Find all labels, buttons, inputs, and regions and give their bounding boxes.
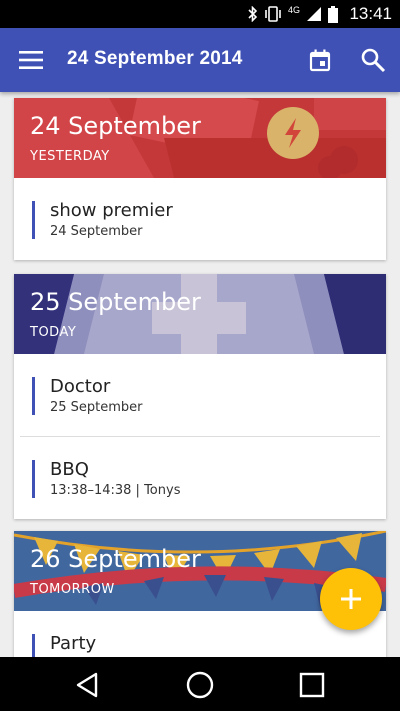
day-card-header: 25 September TODAY xyxy=(14,274,386,354)
status-bar: 4G 13:41 xyxy=(0,0,400,28)
status-icons: 4G xyxy=(248,5,338,23)
search-icon[interactable] xyxy=(359,46,387,74)
event-detail: 25 September xyxy=(50,400,143,415)
day-relative-label: TODAY xyxy=(30,325,77,340)
event-title: BBQ xyxy=(50,459,89,480)
page-title: 24 September 2014 xyxy=(67,48,243,69)
menu-icon[interactable] xyxy=(18,48,44,72)
app-bar: 24 September 2014 xyxy=(0,28,400,92)
home-icon[interactable] xyxy=(186,671,214,699)
network-type: 4G xyxy=(287,5,300,15)
event-color-bar xyxy=(32,377,35,415)
day-title: 26 September xyxy=(30,545,201,573)
day-card-header: 24 September YESTERDAY xyxy=(14,98,386,178)
event-item[interactable]: Doctor 25 September xyxy=(14,354,386,436)
recents-icon[interactable] xyxy=(298,671,326,699)
back-icon[interactable] xyxy=(74,671,102,699)
day-card-yesterday[interactable]: 24 September YESTERDAY show premier 24 S… xyxy=(14,98,386,260)
add-event-button[interactable] xyxy=(320,568,382,630)
lightning-icon xyxy=(267,107,319,159)
event-detail: 24 September xyxy=(50,224,143,239)
event-title: show premier xyxy=(50,200,173,221)
event-detail: 13:38–14:38 | Tonys xyxy=(50,483,181,498)
event-item[interactable]: show premier 24 September xyxy=(14,178,386,260)
day-relative-label: TOMORROW xyxy=(30,582,115,597)
day-title: 24 September xyxy=(30,112,201,140)
event-color-bar xyxy=(32,460,35,498)
battery-icon xyxy=(328,5,338,23)
event-color-bar xyxy=(32,634,35,657)
bluetooth-icon xyxy=(248,6,258,22)
status-time: 13:41 xyxy=(349,4,392,23)
navigation-bar xyxy=(0,657,400,711)
signal-icon xyxy=(307,7,321,21)
event-color-bar xyxy=(32,201,35,239)
calendar-icon[interactable] xyxy=(307,47,333,73)
event-item[interactable]: BBQ 13:38–14:38 | Tonys xyxy=(14,437,386,519)
day-card-today[interactable]: 25 September TODAY Doctor 25 September B… xyxy=(14,274,386,519)
day-relative-label: YESTERDAY xyxy=(30,149,110,164)
vibrate-icon xyxy=(265,6,281,22)
event-title: Party xyxy=(50,633,97,654)
day-title: 25 September xyxy=(30,288,201,316)
plus-icon xyxy=(341,589,361,609)
event-title: Doctor xyxy=(50,376,111,397)
